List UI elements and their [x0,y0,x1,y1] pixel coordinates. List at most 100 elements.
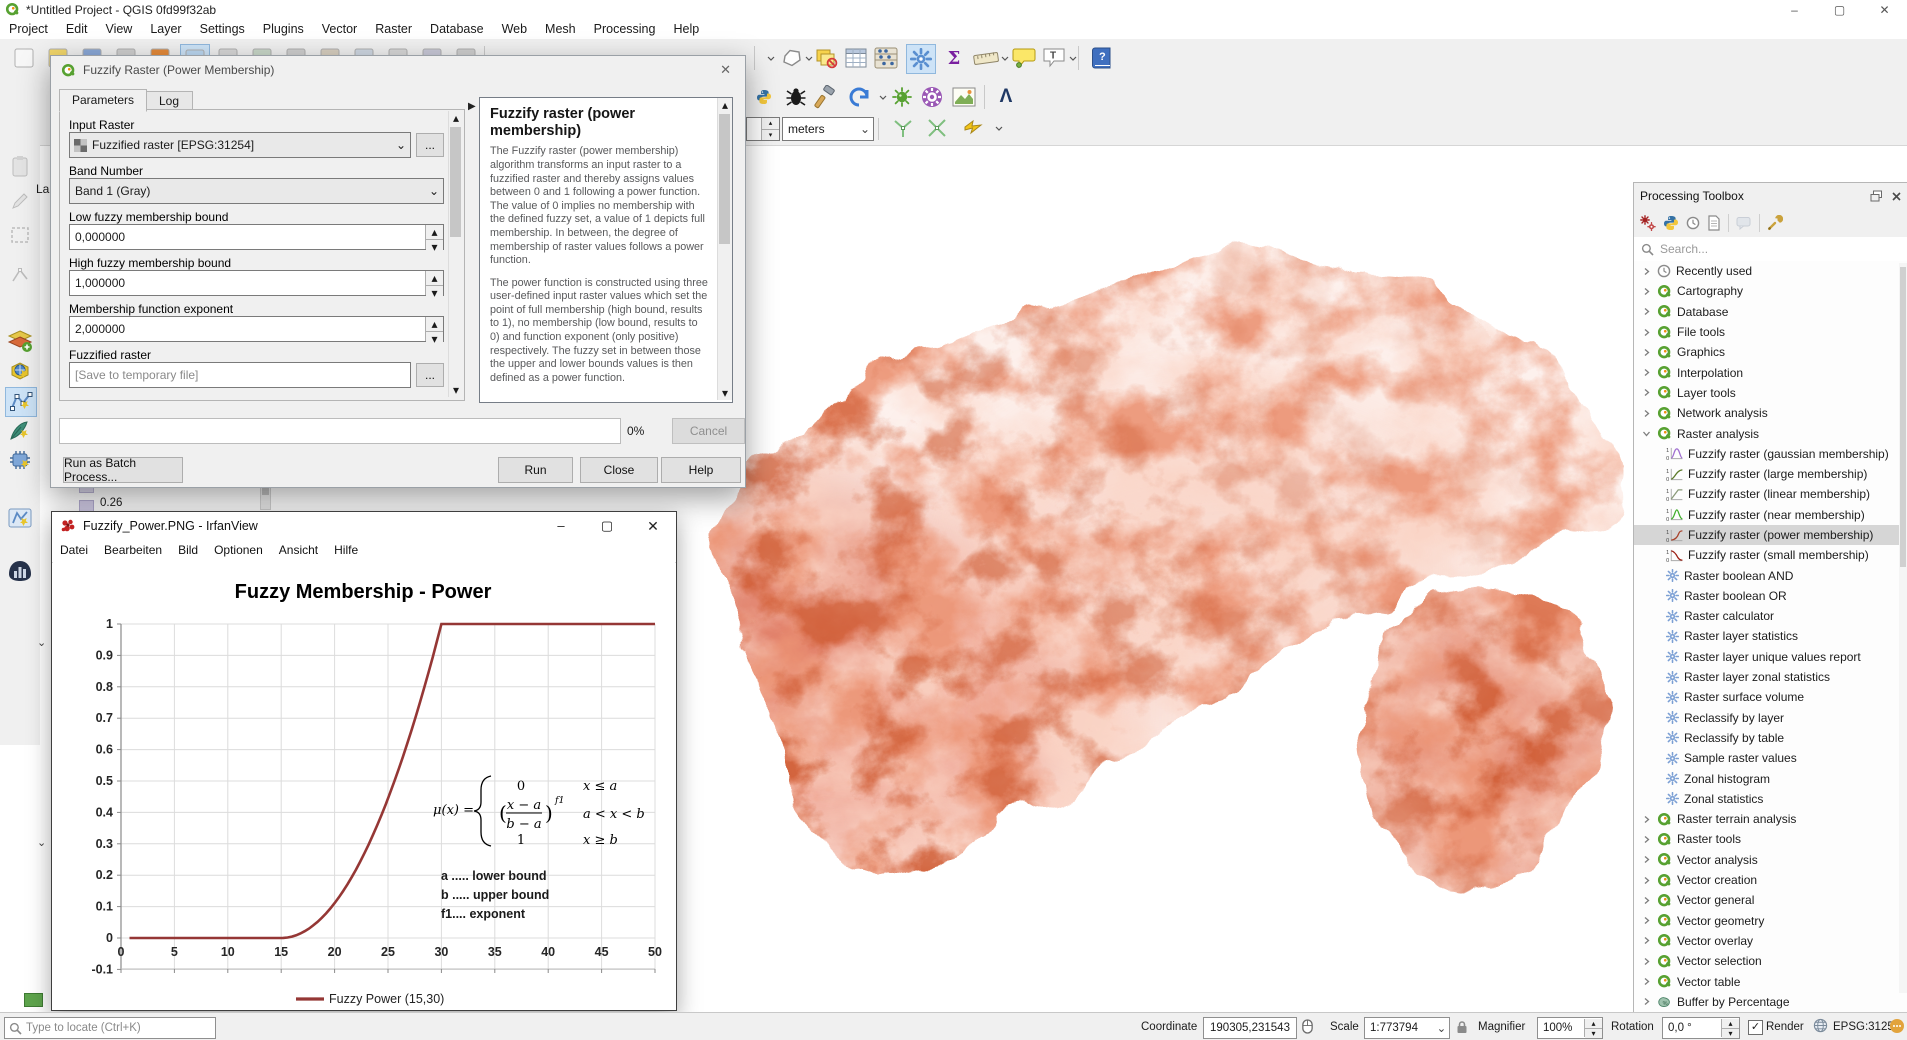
close-button[interactable]: Close [580,457,658,483]
toolbox-header[interactable]: Processing Toolbox [1634,183,1907,209]
toolbox-item-file-tools[interactable]: File tools [1634,322,1907,342]
toolbox-item-raster-tools[interactable]: Raster tools [1634,829,1907,849]
spin-down-icon[interactable]: ▾ [426,240,443,254]
toolbox-item-fuzzify-raster-near-membership[interactable]: 10Fuzzify raster (near membership) [1634,505,1907,525]
toolbox-item-vector-creation[interactable]: Vector creation [1634,870,1907,890]
toolbox-item-fuzzify-raster-small-membership[interactable]: 10Fuzzify raster (small membership) [1634,545,1907,565]
dialog-titlebar[interactable]: Fuzzify Raster (Power Membership) ✕ [51,56,745,84]
python-console-icon[interactable] [750,83,778,111]
chevron-right-icon[interactable] [1640,957,1652,966]
chevron-right-icon[interactable] [1640,368,1652,377]
messages-icon[interactable] [1889,1018,1905,1034]
scale-combo[interactable]: 1:773794 ⌄ [1364,1017,1450,1039]
edit-features-inplace-icon[interactable] [1736,216,1752,230]
dropdown-caret[interactable] [1000,44,1010,72]
menu-project[interactable]: Project [0,20,57,38]
toolbox-item-raster-surface-volume[interactable]: Raster surface volume [1634,687,1907,707]
plugin-virus-icon[interactable] [888,83,916,111]
statistical-summary-icon[interactable] [872,44,900,72]
scroll-up-icon[interactable]: ▴ [449,111,463,125]
add-layer-icon[interactable] [5,327,35,355]
deselect-features-icon[interactable] [778,44,806,72]
toolbox-item-reclassify-by-table[interactable]: Reclassify by table [1634,728,1907,748]
spin-down-icon[interactable]: ▾ [1585,1029,1602,1038]
output-browse-button[interactable]: ... [416,363,444,387]
history-icon[interactable] [1686,216,1700,230]
parameters-scrollbar[interactable]: ▴ ▾ [448,111,463,397]
spin-up-icon[interactable]: ▴ [426,225,443,240]
new-shapefile-layer-icon[interactable] [5,387,37,417]
collapse-help-arrow-icon[interactable]: ▶ [468,101,476,112]
chevron-right-icon[interactable] [1640,916,1652,925]
search-radius-spinbox[interactable]: ▴▾ [746,117,780,141]
run-button[interactable]: Run [498,457,573,483]
menu-vector[interactable]: Vector [313,20,366,38]
results-viewer-icon[interactable] [1707,215,1721,231]
menu-settings[interactable]: Settings [191,20,254,38]
menu-view[interactable]: View [96,20,141,38]
toolbox-item-vector-geometry[interactable]: Vector geometry [1634,911,1907,931]
toolbox-item-vector-table[interactable]: Vector table [1634,971,1907,991]
intersection-node-icon[interactable] [922,115,952,141]
statistics-panel-icon[interactable] [5,557,35,585]
chevron-right-icon[interactable] [1640,977,1652,986]
spin-down-icon[interactable]: ▾ [1722,1029,1739,1038]
irfanview-menu-datei[interactable]: Datei [52,540,96,560]
new-3d-map-icon[interactable] [5,357,35,385]
new-memory-layer-icon[interactable] [5,447,35,475]
menu-help[interactable]: Help [664,20,708,38]
help-scrollbar[interactable]: ▴ ▾ [717,98,732,400]
menu-edit[interactable]: Edit [57,20,97,38]
toolbox-item-raster-layer-statistics[interactable]: Raster layer statistics [1634,626,1907,646]
attribute-table-icon[interactable] [842,44,870,72]
models-icon[interactable] [1640,215,1656,231]
toolbox-item-vector-general[interactable]: Vector general [1634,890,1907,910]
raster-image-icon[interactable] [950,83,978,111]
toolbox-item-sample-raster-values[interactable]: Sample raster values [1634,748,1907,768]
snapping-lightning-icon[interactable] [958,115,988,141]
exponent-spinbox[interactable]: 2,000000 ▴▾ [69,316,444,342]
toolbox-item-zonal-histogram[interactable]: Zonal histogram [1634,768,1907,788]
chevron-right-icon[interactable] [1640,348,1652,357]
toolbox-item-cartography[interactable]: Cartography [1634,281,1907,301]
spin-up-icon[interactable]: ▴ [426,317,443,332]
toolbox-item-zonal-statistics[interactable]: Zonal statistics [1634,789,1907,809]
layer-expand-chevron[interactable]: ⌄ [37,836,46,849]
toolbox-item-raster-layer-zonal-statistics[interactable]: Raster layer zonal statistics [1634,667,1907,687]
menu-database[interactable]: Database [421,20,493,38]
clipboard-layers-icon[interactable] [812,44,840,72]
crs-globe-icon[interactable] [1813,1018,1828,1033]
irfanview-maximize-button[interactable]: ▢ [584,512,630,540]
rotation-spinbox[interactable]: 0,0 ° ▴▾ [1662,1017,1740,1039]
lambda-icon[interactable]: Λ [992,83,1020,111]
menu-mesh[interactable]: Mesh [536,20,585,38]
window-minimize-button[interactable]: – [1772,0,1817,20]
toolbox-item-raster-terrain-analysis[interactable]: Raster terrain analysis [1634,809,1907,829]
chevron-right-icon[interactable] [1640,896,1652,905]
processing-toolbox-icon[interactable] [906,44,936,74]
scroll-up-icon[interactable]: ▴ [718,98,732,112]
tab-parameters[interactable]: Parameters [59,89,147,112]
toolbox-item-graphics[interactable]: Graphics [1634,342,1907,362]
window-titlebar[interactable]: *Untitled Project - QGIS 0fd99f32ab – ▢ … [0,0,1907,20]
toolbox-item-fuzzify-raster-power-membership[interactable]: 10Fuzzify raster (power membership) [1634,525,1907,545]
new-project-icon[interactable] [10,44,38,72]
menu-layer[interactable]: Layer [141,20,190,38]
mouse-extent-icon[interactable] [1301,1019,1314,1034]
input-raster-browse-button[interactable]: ... [416,133,444,157]
scroll-down-icon[interactable]: ▾ [718,386,732,400]
lock-scale-icon[interactable] [1456,1020,1468,1034]
toolbox-item-raster-layer-unique-values-report[interactable]: Raster layer unique values report [1634,647,1907,667]
irfanview-minimize-button[interactable]: – [538,512,584,540]
edit-grey-icon[interactable] [5,187,35,215]
text-annotation-icon[interactable]: T [1040,44,1068,72]
measure-line-icon[interactable] [972,44,1000,72]
chevron-right-icon[interactable] [1640,855,1652,864]
dropdown-caret[interactable] [1068,44,1078,72]
chevron-right-icon[interactable] [1640,936,1652,945]
input-raster-combo[interactable]: Fuzzified raster [EPSG:31254] ⌄ [69,132,411,158]
toolbox-item-layer-tools[interactable]: Layer tools [1634,383,1907,403]
python-icon[interactable] [1663,215,1679,231]
cancel-button[interactable]: Cancel [672,418,745,444]
toolbox-item-vector-analysis[interactable]: Vector analysis [1634,850,1907,870]
